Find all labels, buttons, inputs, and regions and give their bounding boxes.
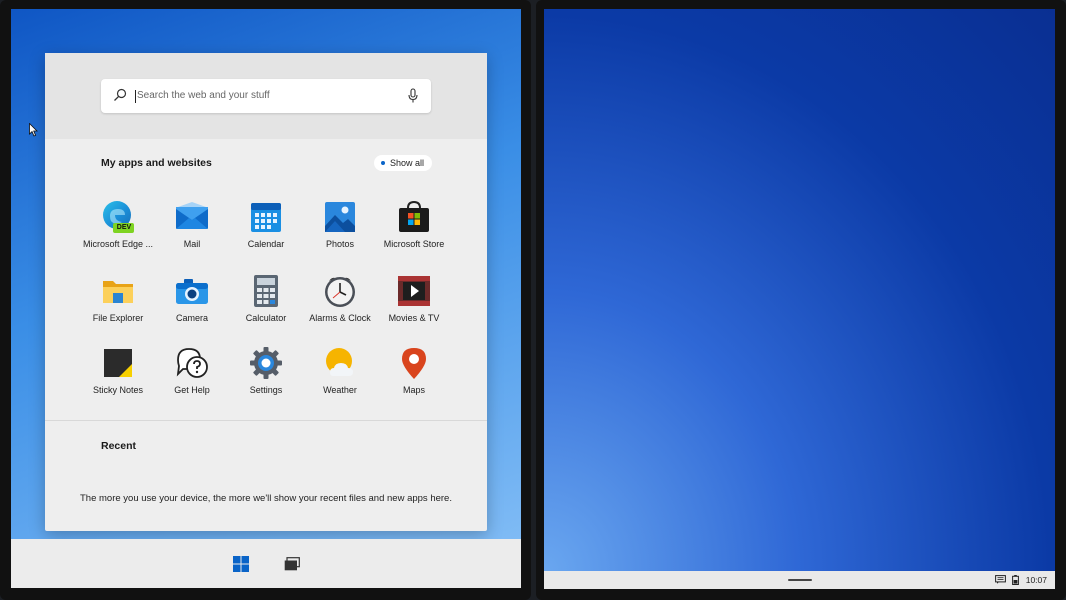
app-label: Photos [325, 239, 355, 249]
app-label: Settings [249, 385, 283, 395]
app-label: Calculator [245, 313, 287, 323]
app-label: Mail [183, 239, 201, 249]
search-placeholder: Search the web and your stuff [137, 90, 270, 101]
mail-icon [176, 202, 208, 229]
app-tile-alarms-clock[interactable]: Alarms & Clock [303, 274, 377, 344]
edge-dev-badge: DEV [116, 224, 132, 231]
app-label: Microsoft Edge ... [82, 239, 154, 249]
show-all-button[interactable]: Show all [374, 155, 433, 171]
maps-icon [402, 348, 426, 379]
alarm-clock-icon [325, 277, 355, 307]
settings-icon [250, 347, 282, 379]
app-tile-photos[interactable]: Photos [303, 200, 377, 270]
weather-icon [326, 348, 353, 376]
get-help-icon [176, 348, 208, 378]
system-tray: 10:07 [995, 574, 1047, 586]
app-tile-file-explorer[interactable]: File Explorer [81, 274, 155, 344]
app-tile-get-help[interactable]: Get Help [155, 346, 229, 416]
movies-icon [398, 276, 430, 306]
search-area: Search the web and your stuff [45, 53, 487, 139]
right-desktop-wallpaper[interactable] [544, 9, 1055, 571]
notification-icon[interactable] [995, 575, 1006, 585]
app-tile-camera[interactable]: Camera [155, 274, 229, 344]
left-taskbar [11, 539, 521, 588]
show-all-dot-icon [381, 161, 385, 165]
mouse-cursor-icon [29, 123, 38, 137]
right-screen: 10:07 [536, 0, 1066, 600]
gesture-handle[interactable] [788, 579, 812, 581]
microphone-icon[interactable] [407, 88, 419, 104]
right-taskbar: 10:07 [544, 571, 1055, 589]
photos-icon [325, 202, 355, 232]
calendar-icon [251, 203, 281, 232]
app-tile-calculator[interactable]: Calculator [229, 274, 303, 344]
app-label: Get Help [174, 385, 210, 395]
app-label: Camera [175, 313, 208, 323]
app-tile-weather[interactable]: Weather [303, 346, 377, 416]
app-tile-microsoft-store[interactable]: Microsoft Store [377, 200, 451, 270]
app-tile-mail[interactable]: Mail [155, 200, 229, 270]
text-caret [135, 90, 136, 103]
camera-icon [176, 279, 208, 304]
sticky-notes-icon [104, 349, 132, 377]
start-menu-panel: Search the web and your stuff My apps an… [45, 53, 487, 531]
file-explorer-icon [103, 281, 133, 303]
show-all-label: Show all [390, 158, 425, 168]
app-label: Weather [323, 385, 357, 395]
store-icon [399, 200, 429, 232]
search-input[interactable]: Search the web and your stuff [101, 79, 431, 113]
app-tile-settings[interactable]: Settings [229, 346, 303, 416]
battery-icon[interactable] [1012, 574, 1020, 585]
calculator-icon [254, 275, 278, 307]
app-label: Maps [402, 385, 425, 395]
app-tile-microsoft-edge-dev[interactable]: DEV Microsoft Edge ... [81, 200, 155, 270]
windows-start-icon[interactable] [233, 556, 249, 572]
app-label: File Explorer [92, 313, 144, 323]
apps-section-title: My apps and websites [101, 157, 212, 169]
app-label: Sticky Notes [92, 385, 143, 395]
task-view-icon[interactable] [284, 557, 300, 571]
app-tile-maps[interactable]: Maps [377, 346, 451, 416]
app-tile-movies-tv[interactable]: Movies & TV [377, 274, 451, 344]
section-divider [45, 420, 487, 421]
recent-empty-message: The more you use your device, the more w… [80, 493, 452, 504]
search-icon [114, 88, 127, 101]
app-tile-calendar[interactable]: Calendar [229, 200, 303, 270]
app-label: Movies & TV [388, 313, 440, 323]
recent-section-title: Recent [101, 440, 137, 452]
clock-time[interactable]: 10:07 [1026, 575, 1047, 585]
left-screen: Search the web and your stuff My apps an… [0, 0, 531, 600]
app-label: Alarms & Clock [309, 313, 371, 323]
app-label: Calendar [247, 239, 285, 249]
app-label: Microsoft Store [383, 239, 445, 249]
app-tile-sticky-notes[interactable]: Sticky Notes [81, 346, 155, 416]
